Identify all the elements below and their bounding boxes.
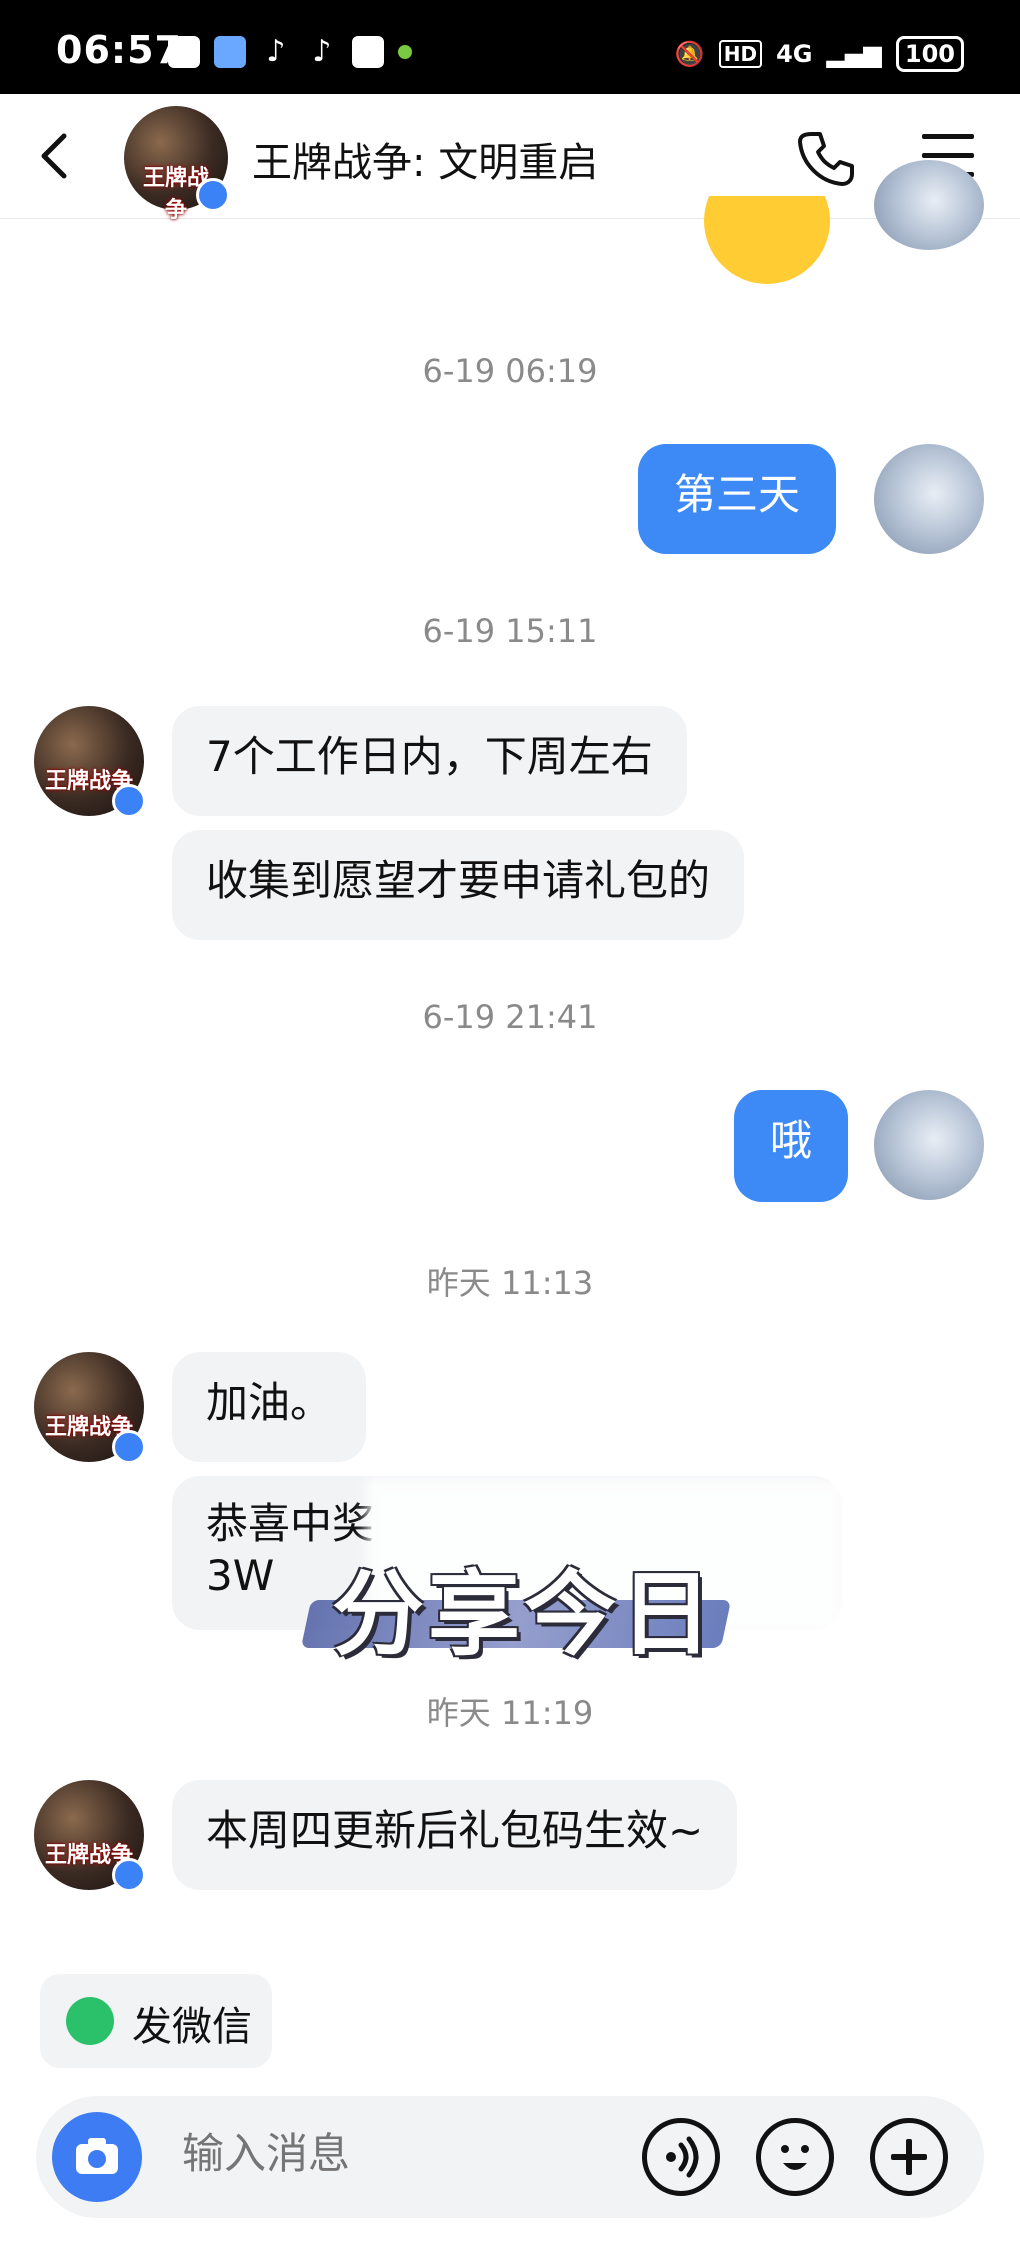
camera-button[interactable] [52, 2112, 142, 2202]
incoming-message[interactable]: 加油。 [172, 1352, 367, 1462]
contact-avatar[interactable]: 王牌战争 [34, 1352, 146, 1464]
wechat-icon [66, 1997, 114, 2045]
add-button[interactable] [870, 2118, 948, 2196]
contact-avatar[interactable]: 王牌战争 [34, 1780, 146, 1892]
contact-avatar[interactable]: 王牌战争 [34, 706, 146, 818]
verified-badge-icon [196, 178, 230, 212]
outgoing-message[interactable]: 第三天 [638, 444, 837, 554]
notification-app-icon [168, 36, 200, 68]
message-input-bar [36, 2096, 984, 2218]
plus-icon [891, 2139, 927, 2175]
incoming-message[interactable]: 本周四更新后礼包码生效~ [172, 1780, 738, 1890]
timestamp: 昨天 11:13 [426, 1264, 594, 1302]
battery-level: 100 [895, 36, 964, 72]
system-indicators: 🔕 HD 4G ▂▄▆ 100 [675, 36, 964, 72]
send-wechat-label: 发微信 [132, 2004, 252, 2050]
verified-badge-icon [112, 1430, 146, 1464]
overlay-banner: 分享今日 [296, 1540, 732, 1668]
notification-icons: ♪ ♪ [168, 36, 412, 68]
verified-badge-icon [112, 784, 146, 818]
timestamp: 昨天 11:19 [426, 1694, 594, 1732]
contact-avatar[interactable]: 王牌战争 [124, 106, 230, 223]
outgoing-message[interactable]: 哦 [734, 1090, 849, 1202]
hd-icon: HD [718, 40, 763, 68]
send-wechat-button[interactable]: 发微信 [40, 1974, 272, 2068]
status-bar: 06:57 ♪ ♪ 🔕 HD 4G ▂▄▆ 100 [0, 0, 1020, 94]
message-input[interactable] [180, 2128, 644, 2179]
user-avatar[interactable] [874, 444, 984, 554]
emoji-icon [781, 2145, 809, 2170]
chat-header: 王牌战争 王牌战争: 文明重启 [0, 94, 1020, 223]
signal-icon: ▂▄▆ [826, 40, 882, 68]
incoming-message[interactable]: 收集到愿望才要申请礼包的 [172, 830, 745, 940]
timestamp: 6-19 06:19 [422, 352, 598, 390]
emoji-button[interactable] [756, 2118, 834, 2196]
flushed-face-icon [704, 196, 830, 284]
emoji-sticker [704, 196, 830, 284]
voice-icon [666, 2136, 699, 2178]
green-dot-icon [398, 45, 412, 59]
phone-icon[interactable] [796, 128, 856, 188]
status-time: 06:57 [56, 28, 182, 72]
incoming-message[interactable]: 7个工作日内，下周左右 [172, 706, 687, 816]
timestamp: 6-19 21:41 [422, 998, 598, 1036]
voice-button[interactable] [642, 2118, 720, 2196]
camera-icon [76, 2138, 118, 2174]
verified-badge-icon [112, 1858, 146, 1892]
tiktok-icon: ♪ [312, 34, 332, 69]
notification-app-icon [214, 36, 246, 68]
tiktok-icon: ♪ [266, 34, 286, 69]
user-avatar[interactable] [874, 1090, 984, 1200]
back-icon[interactable] [30, 128, 86, 184]
mute-icon: 🔕 [674, 40, 705, 68]
network-type: 4G [776, 40, 813, 68]
overlay-text: 分享今日 [332, 1561, 717, 1668]
user-avatar[interactable] [874, 160, 984, 250]
chat-title: 王牌战争: 文明重启 [252, 140, 599, 186]
timestamp: 6-19 15:11 [422, 612, 598, 650]
send-icon [352, 36, 384, 68]
